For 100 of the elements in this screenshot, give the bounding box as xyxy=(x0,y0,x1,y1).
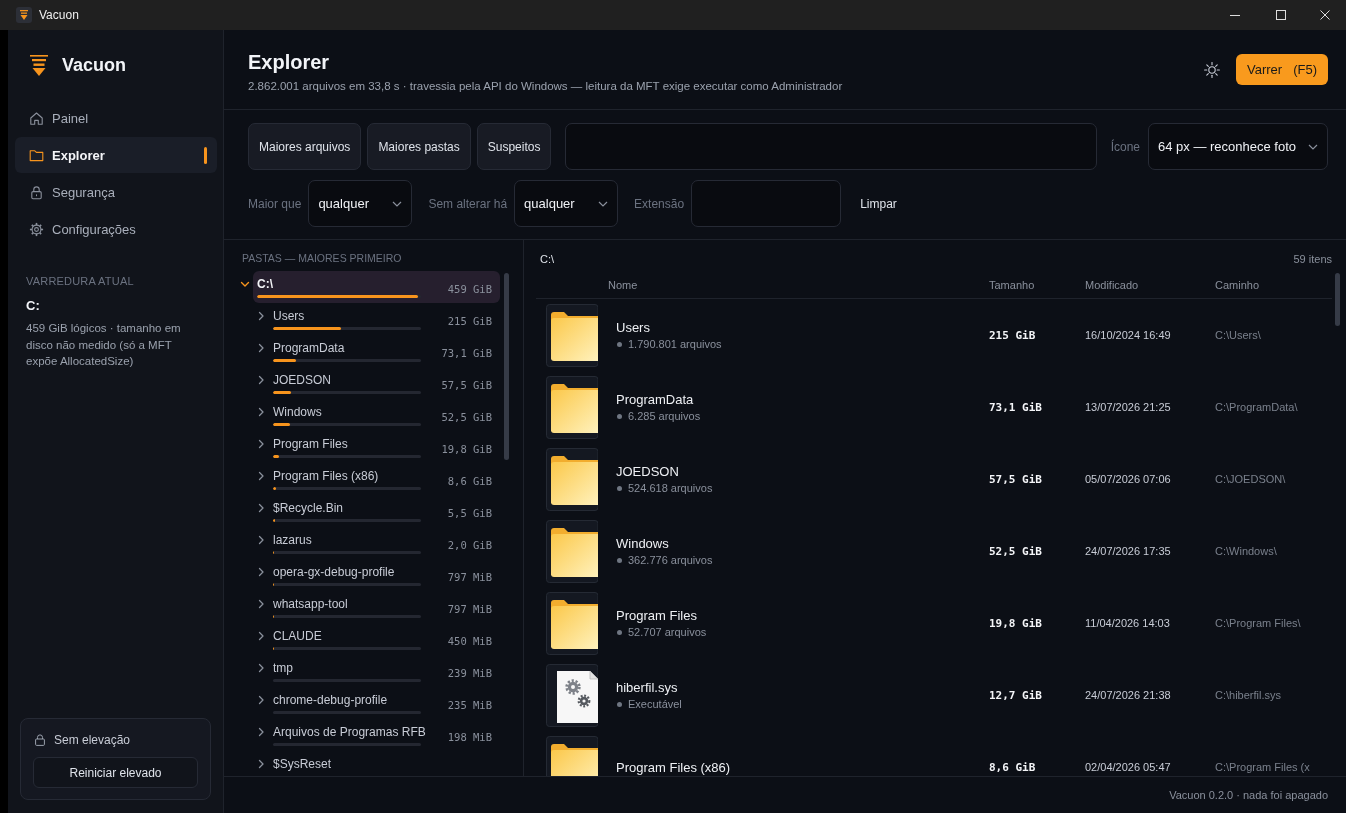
file-name[interactable]: Program Files (x86) xyxy=(616,758,989,776)
folder-name: $SysReset xyxy=(273,756,333,772)
chevron-right-icon[interactable] xyxy=(256,503,266,513)
chevron-right-icon[interactable] xyxy=(256,343,266,353)
filter-dropdown[interactable]: qualquer xyxy=(308,180,413,227)
chevron-right-icon[interactable] xyxy=(256,599,266,609)
file-path: C:\JOEDSON\ xyxy=(1215,473,1287,485)
chevron-right-icon[interactable] xyxy=(256,311,266,321)
scan-button[interactable]: Varrer (F5) xyxy=(1236,54,1328,85)
folder-size: 8,6 GiB xyxy=(446,475,492,487)
file-size: 52,5 GiB xyxy=(989,544,1043,558)
modified-date: 16/10/2024 16:49 xyxy=(1085,329,1172,341)
nav-item[interactable]: Painel xyxy=(15,100,217,136)
nav-item[interactable]: Explorer xyxy=(15,137,217,173)
nav-item[interactable]: Configurações xyxy=(15,211,217,247)
column-header[interactable]: Nome xyxy=(598,278,989,292)
folder-name: opera-gx-debug-profile xyxy=(273,564,396,580)
filter-dropdown[interactable]: qualquer xyxy=(514,180,619,227)
folder-size: 73,1 GiB xyxy=(440,347,492,359)
file-name[interactable]: hiberfil.sys xyxy=(616,679,989,696)
file-detail: 524.618 arquivos xyxy=(628,481,713,495)
chevron-right-icon[interactable] xyxy=(256,439,266,449)
folder-name: tmp xyxy=(273,660,294,676)
section-heading: PASTAS — MAIORES PRIMEIRO xyxy=(241,252,403,265)
tree-row[interactable]: JOEDSON 57,5 GiB xyxy=(269,367,500,399)
clear-button[interactable]: Limpar xyxy=(860,196,897,211)
folder-icon xyxy=(546,375,598,439)
folder-name: Program Files (x86) xyxy=(273,468,380,484)
preset-button[interactable]: Maiores arquivos xyxy=(248,123,362,170)
drive-label: C: xyxy=(26,298,41,314)
modified-date: 24/07/2026 17:35 xyxy=(1085,545,1172,557)
tree-row[interactable]: C:\ 459 GiB xyxy=(253,271,500,303)
folder-icon xyxy=(29,147,44,163)
sun-icon xyxy=(1204,61,1220,78)
scrollbar[interactable] xyxy=(1335,273,1340,326)
search-field[interactable] xyxy=(565,123,1097,170)
folder-size: 797 MiB xyxy=(446,603,492,615)
theme-toggle-button[interactable] xyxy=(1202,59,1222,80)
chevron-right-icon[interactable] xyxy=(256,407,266,417)
file-name[interactable]: ProgramData xyxy=(616,391,989,408)
file-name[interactable]: Windows xyxy=(616,535,989,552)
scan-summary: 2.862.001 arquivos em 33,8 s · travessia pela API do Windows — leitura da MFT exige executar como Administrador xyxy=(248,79,843,94)
nav-item[interactable]: Segurança xyxy=(15,174,217,210)
chevron-right-icon[interactable] xyxy=(256,567,266,577)
chevron-right-icon[interactable] xyxy=(256,663,266,673)
field-label: Extensão xyxy=(634,196,685,211)
chevron-right-icon[interactable] xyxy=(256,727,266,737)
chevron-right-icon[interactable] xyxy=(256,535,266,545)
folder-size: 52,5 GiB xyxy=(440,411,492,423)
tree-row[interactable]: Program Files (x86) 8,6 GiB xyxy=(269,463,500,495)
chevron-right-icon[interactable] xyxy=(256,375,266,385)
tree-row[interactable]: Windows 52,5 GiB xyxy=(269,399,500,431)
tree-row[interactable]: lazarus 2,0 GiB xyxy=(269,527,500,559)
file-path: C:\hiberfil.sys xyxy=(1215,689,1283,701)
preset-button[interactable]: Suspeitos xyxy=(476,123,552,170)
tree-row[interactable]: Arquivos de Programas RFB 198 MiB xyxy=(269,719,500,751)
tree-row[interactable]: ProgramData 73,1 GiB xyxy=(269,335,500,367)
file-name[interactable]: Program Files xyxy=(616,607,989,624)
folder-size: 459 GiB xyxy=(446,283,492,295)
extension-field[interactable] xyxy=(691,180,842,227)
chevron-right-icon[interactable] xyxy=(256,759,266,769)
folder-name: whatsapp-tool xyxy=(273,596,349,612)
file-detail: 1.790.801 arquivos xyxy=(628,337,722,351)
scrollbar[interactable] xyxy=(504,273,509,460)
preset-button[interactable]: Maiores pastas xyxy=(367,123,471,170)
folder-icon xyxy=(546,447,598,511)
restart-elevated-button[interactable]: Reiniciar elevado xyxy=(33,757,198,788)
window-title: Vacuon xyxy=(39,8,79,22)
column-header[interactable]: Caminho xyxy=(1215,278,1332,292)
tree-row[interactable]: $SysReset xyxy=(269,751,500,776)
modified-date: 24/07/2026 21:38 xyxy=(1085,689,1172,701)
tree-row[interactable]: whatsapp-tool 797 MiB xyxy=(269,591,500,623)
tree-row[interactable]: CLAUDE 450 MiB xyxy=(269,623,500,655)
dot-icon xyxy=(617,485,622,491)
chevron-down-icon xyxy=(1308,143,1318,150)
tree-row[interactable]: opera-gx-debug-profile 797 MiB xyxy=(269,559,500,591)
folder-size: 215 GiB xyxy=(446,315,492,327)
tree-row[interactable]: $Recycle.Bin 5,5 GiB xyxy=(269,495,500,527)
file-path: C:\ProgramData\ xyxy=(1215,401,1299,413)
chevron-right-icon[interactable] xyxy=(256,471,266,481)
status-text: Vacuon 0.2.0 · nada foi apagado xyxy=(1169,789,1328,801)
icon-size-dropdown[interactable]: 64 px — reconhece foto xyxy=(1148,123,1328,170)
file-name[interactable]: JOEDSON xyxy=(616,463,989,480)
field-label: Sem alterar há xyxy=(428,196,508,211)
file-name[interactable]: Users xyxy=(616,319,989,336)
file-size: 215 GiB xyxy=(989,328,1037,342)
column-header[interactable]: Tamanho xyxy=(989,278,1085,292)
folder-name: Users xyxy=(273,308,306,324)
chevron-down-icon[interactable] xyxy=(240,279,250,289)
tree-row[interactable]: Program Files 19,8 GiB xyxy=(269,431,500,463)
folder-icon xyxy=(546,303,598,367)
tree-row[interactable]: tmp 239 MiB xyxy=(269,655,500,687)
folder-size: 235 MiB xyxy=(446,699,492,711)
tree-row[interactable]: Users 215 GiB xyxy=(269,303,500,335)
tree-row[interactable]: chrome-debug-profile 235 MiB xyxy=(269,687,500,719)
chevron-right-icon[interactable] xyxy=(256,695,266,705)
page-title: Explorer xyxy=(248,50,331,74)
chevron-right-icon[interactable] xyxy=(256,631,266,641)
column-header[interactable]: Modificado xyxy=(1085,278,1215,292)
chevron-down-icon xyxy=(598,200,609,207)
